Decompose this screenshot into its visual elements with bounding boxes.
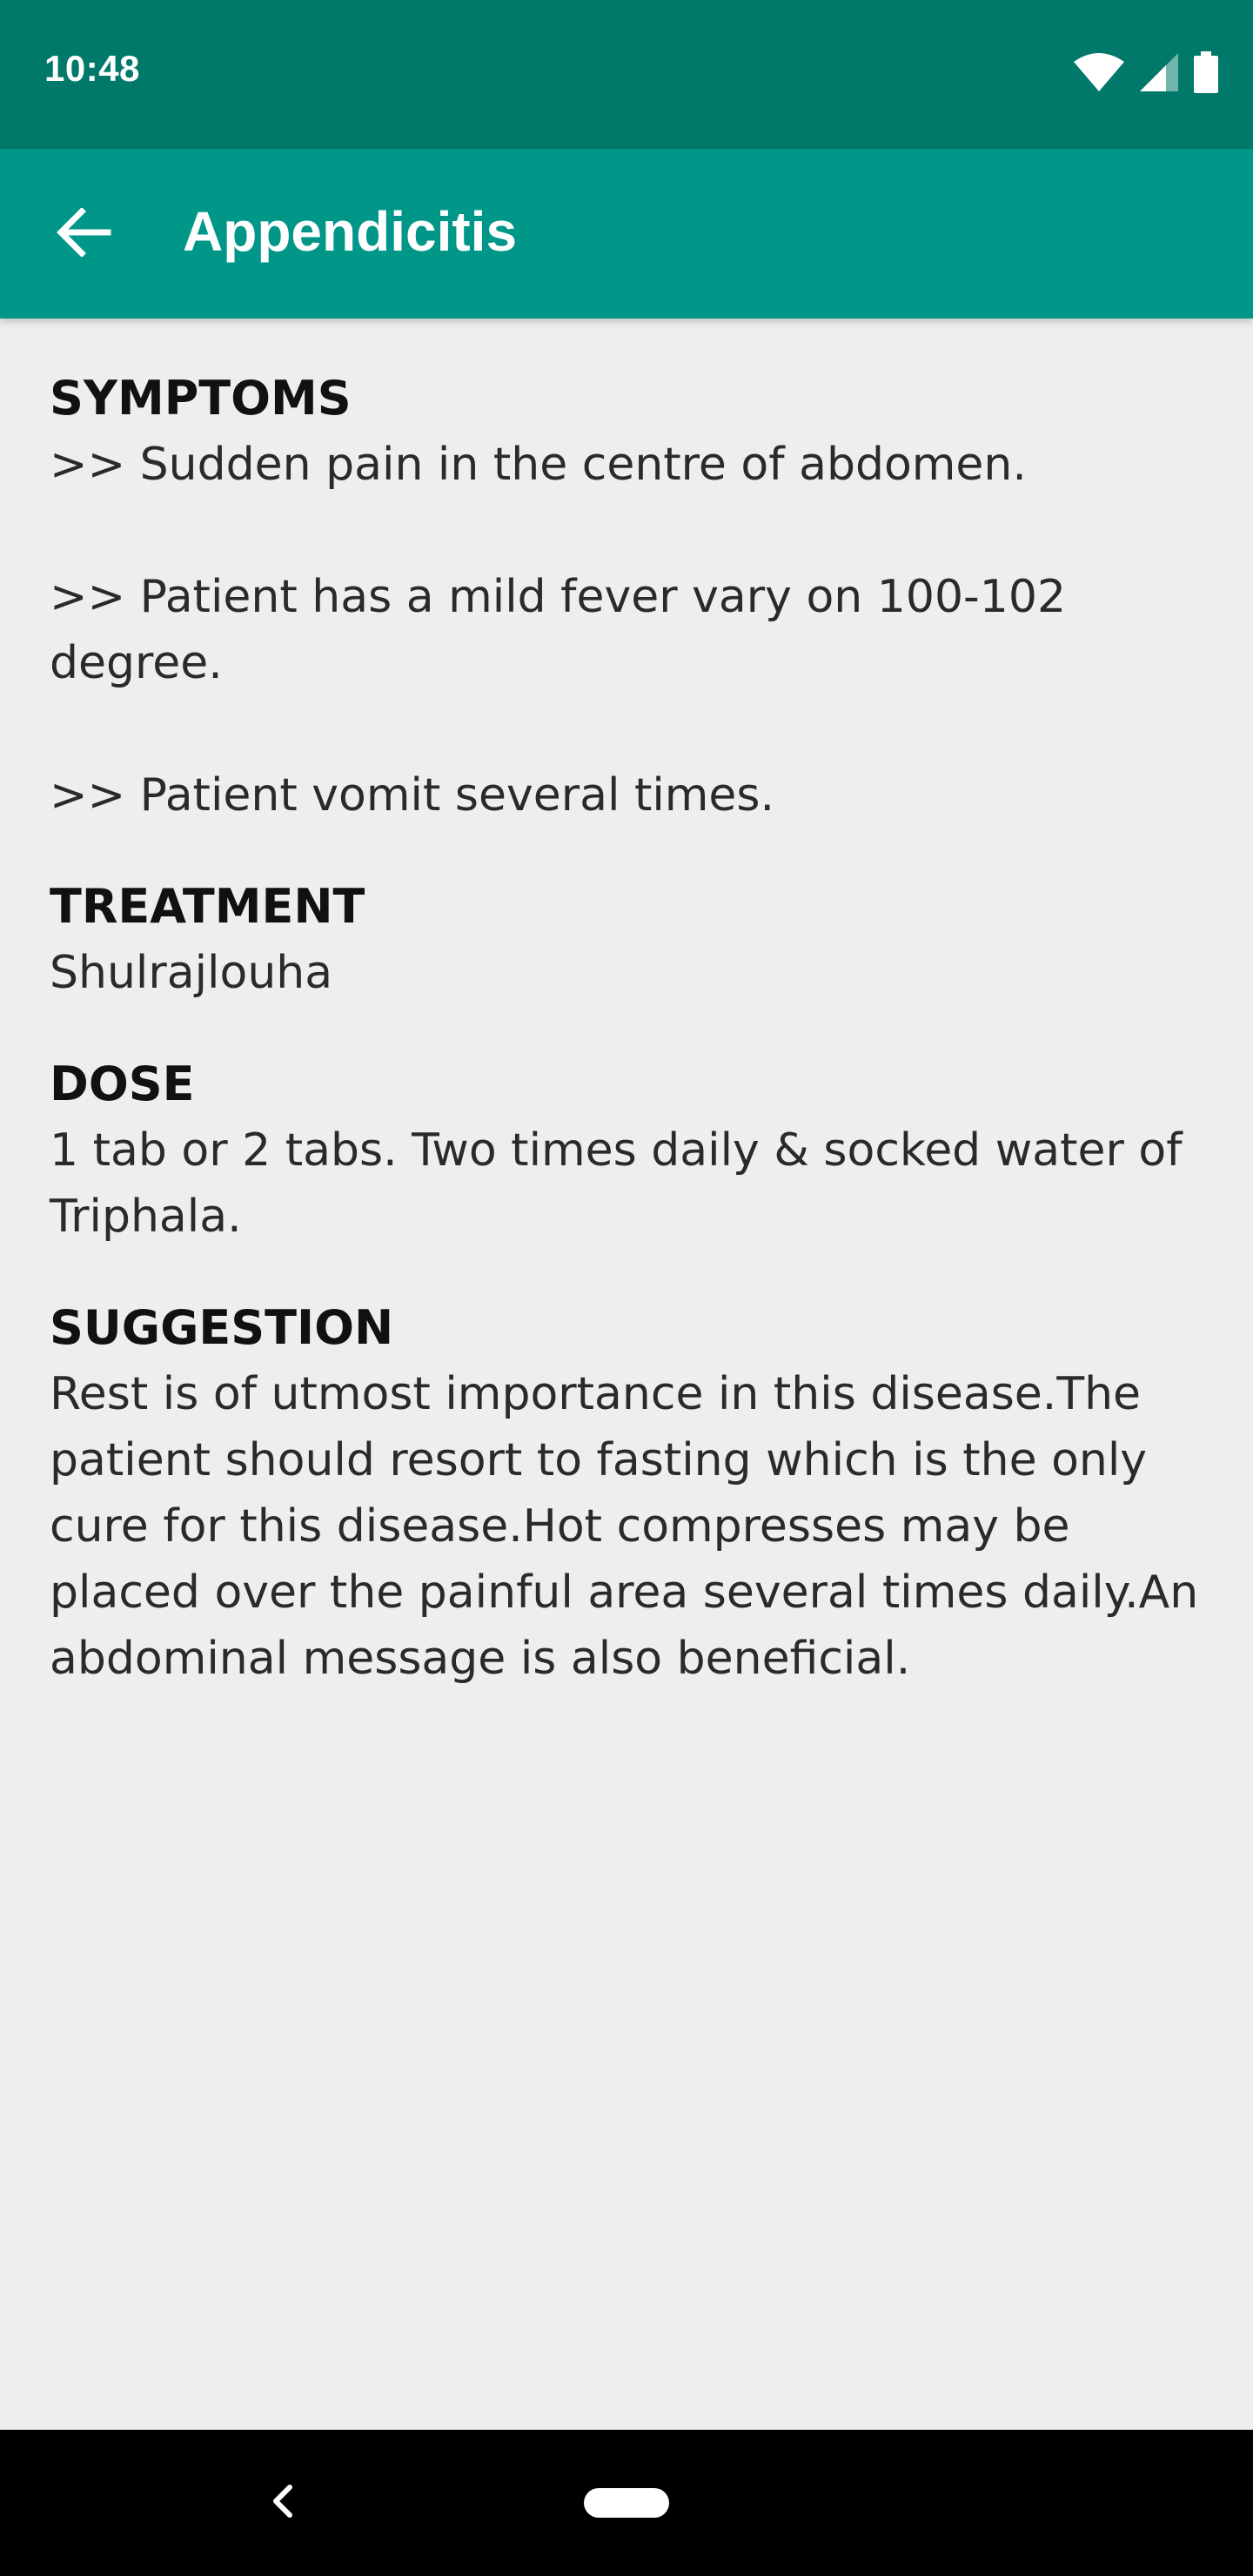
status-time: 10:48: [44, 48, 140, 89]
cell-signal-icon: [1140, 53, 1178, 95]
section-heading-symptoms: SYMPTOMS: [50, 371, 352, 426]
treatment-section: TREATMENT Shulrajlouha: [50, 874, 1207, 1006]
section-heading-dose: DOSE: [50, 1057, 195, 1111]
battery-icon: [1194, 51, 1218, 97]
treatment-text: Shulrajlouha: [50, 947, 333, 999]
symptoms-section: SYMPTOMS >> Sudden pain in the centre of…: [50, 366, 1207, 828]
nav-home-pill-icon[interactable]: [584, 2488, 669, 2518]
status-icons: [1074, 51, 1218, 97]
app-bar: Appendicitis: [0, 149, 1253, 319]
arrow-left-icon: [56, 207, 111, 260]
suggestion-text: Rest is of utmost importance in this dis…: [50, 1368, 1199, 1685]
dose-section: DOSE 1 tab or 2 tabs. Two times daily & …: [50, 1051, 1207, 1250]
section-heading-suggestion: SUGGESTION: [50, 1300, 394, 1355]
section-heading-treatment: TREATMENT: [50, 879, 365, 934]
nav-back-button[interactable]: [247, 2468, 317, 2538]
system-navigation-bar: [0, 2430, 1253, 2576]
wifi-icon: [1074, 53, 1124, 95]
symptoms-text: >> Sudden pain in the centre of abdomen.…: [50, 439, 1067, 822]
status-bar: 10:48: [0, 0, 1253, 149]
suggestion-section: SUGGESTION Rest is of utmost importance …: [50, 1295, 1207, 1692]
nav-back-icon: [269, 2482, 295, 2524]
page-title: Appendicitis: [183, 200, 518, 263]
dose-text: 1 tab or 2 tabs. Two times daily & socke…: [50, 1124, 1183, 1243]
disease-details: SYMPTOMS >> Sudden pain in the centre of…: [50, 366, 1207, 1692]
back-button[interactable]: [35, 185, 132, 283]
